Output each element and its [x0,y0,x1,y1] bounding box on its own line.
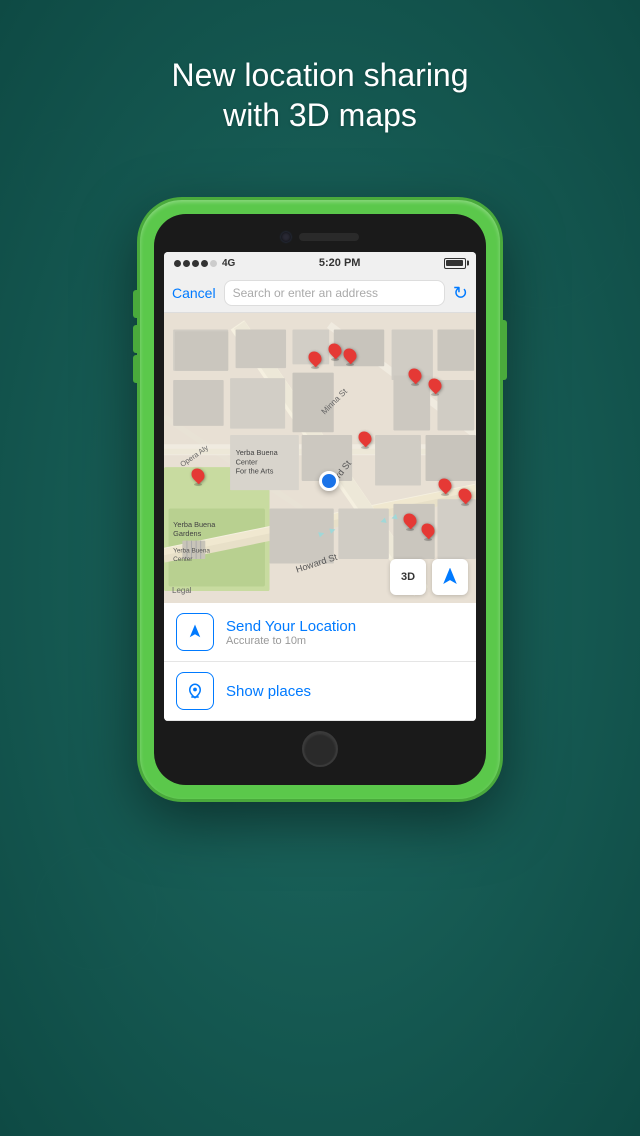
actions-area: Send Your Location Accurate to 10m [164,603,476,721]
map-pin-5 [429,378,441,396]
search-bar-row: Cancel Search or enter an address ↻ [164,274,476,313]
map-pin-1 [309,351,321,369]
battery-fill [446,260,463,266]
screen: 4G 5:20 PM Cancel Search or enter an add… [164,252,476,721]
show-places-icon-box [176,672,214,710]
send-location-item[interactable]: Send Your Location Accurate to 10m [164,603,476,662]
map-pin-9 [459,488,471,506]
send-location-icon-box [176,613,214,651]
refresh-icon[interactable]: ↻ [453,283,468,304]
map-pin-2 [329,343,341,361]
signal-dot-1 [174,260,181,267]
signal-dot-3 [192,260,199,267]
map-pin-7 [192,468,204,486]
phone-inner: 4G 5:20 PM Cancel Search or enter an add… [154,214,486,785]
legal-text: Legal [172,586,192,595]
cancel-button[interactable]: Cancel [172,285,216,301]
map-pin-6 [359,431,371,449]
phone-top-bar [164,232,476,252]
show-places-text: Show places [226,683,464,700]
location-button[interactable] [432,559,468,595]
show-places-icon [186,682,204,700]
status-time: 5:20 PM [319,257,361,269]
show-places-item[interactable]: Show places [164,662,476,721]
location-arrow-icon [441,568,459,586]
battery-body [444,258,466,269]
map-pin-10 [404,513,416,531]
svg-text:Center: Center [173,556,193,563]
svg-text:For the Arts: For the Arts [236,467,274,476]
battery-icon [444,258,466,269]
svg-text:Gardens: Gardens [173,529,201,538]
map-pin-8 [439,478,451,496]
phone-outer: 4G 5:20 PM Cancel Search or enter an add… [140,200,500,799]
title-section: New location sharing with 3D maps [0,55,640,135]
home-button[interactable] [302,731,338,767]
svg-text:Center: Center [236,457,259,466]
send-location-subtitle: Accurate to 10m [226,635,464,647]
svg-text:Yerba Buena: Yerba Buena [236,448,279,457]
signal-dot-5 [210,260,217,267]
send-location-icon [186,623,204,641]
send-location-title: Send Your Location [226,618,464,635]
signal-area: 4G [174,258,235,269]
phone: 4G 5:20 PM Cancel Search or enter an add… [140,200,500,799]
map-pin-3 [344,348,356,366]
speaker [299,233,359,241]
search-input[interactable]: Search or enter an address [224,280,445,306]
map-pin-11 [422,523,434,541]
map-controls: 3D [390,559,468,595]
status-bar: 4G 5:20 PM [164,252,476,274]
svg-text:Yerba Buena: Yerba Buena [173,548,210,555]
map-area[interactable]: ◄ ◄ ► ► Minna St 3rd St Opera Aly Howard… [164,313,476,603]
current-location-dot [319,471,339,491]
3d-button[interactable]: 3D [390,559,426,595]
phone-bottom [164,721,476,767]
camera-icon [281,232,291,242]
send-location-text: Send Your Location Accurate to 10m [226,618,464,647]
map-pin-4 [409,368,421,386]
svg-text:Yerba Buena: Yerba Buena [173,520,216,529]
show-places-title: Show places [226,683,464,700]
main-title: New location sharing with 3D maps [0,55,640,135]
network-label: 4G [222,258,235,269]
signal-dot-4 [201,260,208,267]
signal-dot-2 [183,260,190,267]
